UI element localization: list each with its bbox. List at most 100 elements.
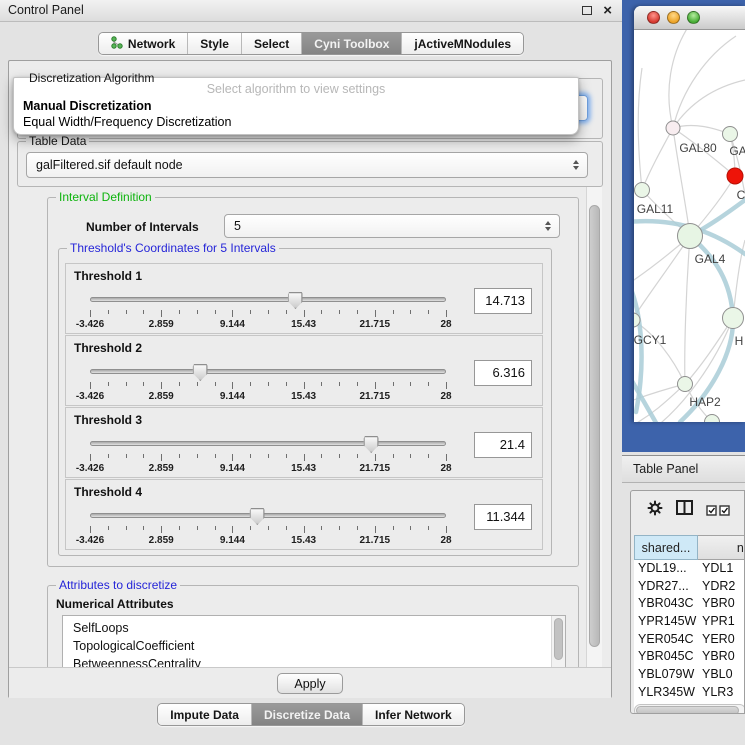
table-cell: YBR043C bbox=[634, 595, 698, 613]
tick-mark bbox=[143, 310, 144, 314]
tick-mark bbox=[179, 382, 180, 386]
network-edge[interactable] bbox=[685, 236, 690, 384]
node-label: HAP2 bbox=[689, 395, 721, 409]
table-row[interactable]: YBL079WYBL0 bbox=[634, 666, 745, 684]
network-node[interactable] bbox=[727, 168, 743, 184]
tick-label: 21.715 bbox=[360, 319, 391, 330]
tick-mark bbox=[393, 526, 394, 530]
table-row[interactable]: YER054CYER0 bbox=[634, 631, 745, 649]
threshold-value-field[interactable]: 11.344 bbox=[474, 504, 532, 530]
network-node[interactable] bbox=[678, 377, 693, 392]
tab-cyni-toolbox[interactable]: Cyni Toolbox bbox=[301, 33, 401, 54]
tick-mark bbox=[393, 454, 394, 458]
tick-mark bbox=[90, 310, 91, 317]
network-edge-thick[interactable] bbox=[690, 236, 733, 318]
cyni-toolbox-panel: Discretization Algorithm Select algorith… bbox=[8, 60, 612, 698]
network-edge[interactable] bbox=[634, 236, 690, 320]
scrollbar-thumb[interactable] bbox=[636, 706, 739, 714]
network-canvas[interactable]: GAL80GACGAL11GAL4GCY1HHAP2 bbox=[634, 30, 745, 422]
table-horizontal-scrollbar[interactable] bbox=[634, 704, 745, 714]
panel-scrollbar[interactable] bbox=[586, 187, 602, 667]
tab-network[interactable]: Network bbox=[99, 33, 187, 54]
threshold-value-field[interactable]: 6.316 bbox=[474, 360, 532, 386]
threshold-slider[interactable]: -3.4262.8599.14415.4321.71528 bbox=[90, 436, 446, 476]
slider-thumb[interactable] bbox=[193, 364, 208, 381]
split-panel-icon[interactable] bbox=[676, 500, 693, 520]
tab-style[interactable]: Style bbox=[187, 33, 241, 54]
threshold-slider[interactable]: -3.4262.8599.14415.4321.71528 bbox=[90, 292, 446, 332]
node-label: GCY1 bbox=[634, 333, 667, 347]
tick-mark bbox=[393, 382, 394, 386]
list-item[interactable]: TopologicalCoefficient bbox=[63, 637, 565, 655]
table-cell: YER0 bbox=[698, 631, 745, 649]
tick-label: 21.715 bbox=[360, 535, 391, 546]
threshold-value-field[interactable]: 14.713 bbox=[474, 288, 532, 314]
tab-impute-data[interactable]: Impute Data bbox=[158, 704, 251, 725]
slider-track[interactable] bbox=[90, 369, 446, 374]
numerical-attributes-list[interactable]: SelfLoopsTopologicalCoefficientBetweenne… bbox=[62, 615, 566, 667]
column-header[interactable]: shared... bbox=[634, 535, 698, 560]
list-scrollbar[interactable] bbox=[551, 616, 565, 667]
network-node[interactable] bbox=[723, 308, 744, 329]
tab-jactivemnodules[interactable]: jActiveMNodules bbox=[401, 33, 523, 54]
gear-icon[interactable] bbox=[647, 500, 663, 521]
tab-select[interactable]: Select bbox=[241, 33, 301, 54]
threshold-value-field[interactable]: 21.4 bbox=[474, 432, 532, 458]
column-header[interactable]: name bbox=[698, 535, 745, 560]
close-panel-icon[interactable]: × bbox=[603, 0, 612, 21]
threshold-slider[interactable]: -3.4262.8599.14415.4321.71528 bbox=[90, 364, 446, 404]
slider-thumb[interactable] bbox=[364, 436, 379, 453]
network-node[interactable] bbox=[723, 127, 738, 142]
table-toolbar bbox=[631, 497, 730, 523]
node-label: GAL80 bbox=[679, 141, 717, 155]
network-node[interactable] bbox=[678, 224, 703, 249]
number-of-intervals-combobox[interactable]: 5 bbox=[224, 214, 560, 238]
minimize-button[interactable] bbox=[667, 11, 680, 24]
algorithm-option[interactable]: Manual Discretization bbox=[14, 98, 578, 114]
network-desktop-frame: GAL80GACGAL11GAL4GCY1HHAP2 bbox=[622, 0, 745, 452]
application-window: Control Panel × NetworkStyleSelectCyni T… bbox=[0, 0, 745, 745]
threshold-label: Threshold 4 bbox=[74, 485, 142, 499]
table-row[interactable]: YBR043CYBR0 bbox=[634, 595, 745, 613]
table-row[interactable]: YPR145WYPR1 bbox=[634, 613, 745, 631]
tick-mark bbox=[215, 382, 216, 386]
tick-mark bbox=[90, 382, 91, 389]
zoom-button[interactable] bbox=[687, 11, 700, 24]
network-edge[interactable] bbox=[673, 36, 736, 128]
slider-track[interactable] bbox=[90, 441, 446, 446]
table-data-combobox[interactable]: galFiltered.sif default node bbox=[26, 152, 588, 178]
tick-label: 2.859 bbox=[149, 319, 174, 330]
tick-mark bbox=[179, 526, 180, 530]
slider-track[interactable] bbox=[90, 513, 446, 518]
algorithm-option[interactable]: Equal Width/Frequency Discretization bbox=[14, 114, 578, 130]
slider-thumb[interactable] bbox=[288, 292, 303, 309]
table-row[interactable]: YLR345WYLR3 bbox=[634, 684, 745, 702]
network-node[interactable] bbox=[666, 121, 680, 135]
threshold-slider[interactable]: -3.4262.8599.14415.4321.71528 bbox=[90, 508, 446, 548]
tab-infer-network[interactable]: Infer Network bbox=[362, 704, 464, 725]
network-edge[interactable] bbox=[673, 126, 730, 134]
network-edge[interactable] bbox=[638, 68, 642, 190]
tick-mark bbox=[446, 382, 447, 389]
float-panel-icon[interactable] bbox=[582, 6, 592, 15]
slider-thumb[interactable] bbox=[250, 508, 265, 525]
network-node[interactable] bbox=[635, 183, 650, 198]
tick-mark bbox=[197, 382, 198, 386]
slider-track[interactable] bbox=[90, 297, 446, 302]
network-window-titlebar bbox=[634, 6, 745, 30]
tab-discretize-data[interactable]: Discretize Data bbox=[251, 704, 362, 725]
tick-label: 2.859 bbox=[149, 463, 174, 474]
table-row[interactable]: YDL19...YDL1 bbox=[634, 560, 745, 578]
list-item[interactable]: BetweennessCentrality bbox=[63, 655, 565, 667]
table-row[interactable]: YBR045CYBR0 bbox=[634, 648, 745, 666]
network-edge[interactable] bbox=[673, 80, 745, 128]
network-edge[interactable] bbox=[669, 30, 690, 128]
scrollbar-thumb[interactable] bbox=[554, 618, 563, 660]
table-row[interactable]: YDR27...YDR2 bbox=[634, 578, 745, 596]
network-edge[interactable] bbox=[642, 128, 673, 190]
close-button[interactable] bbox=[647, 11, 660, 24]
list-item[interactable]: SelfLoops bbox=[63, 619, 565, 637]
scrollbar-thumb[interactable] bbox=[589, 205, 600, 647]
apply-button[interactable]: Apply bbox=[277, 673, 343, 694]
column-visibility-icon[interactable] bbox=[706, 505, 730, 516]
